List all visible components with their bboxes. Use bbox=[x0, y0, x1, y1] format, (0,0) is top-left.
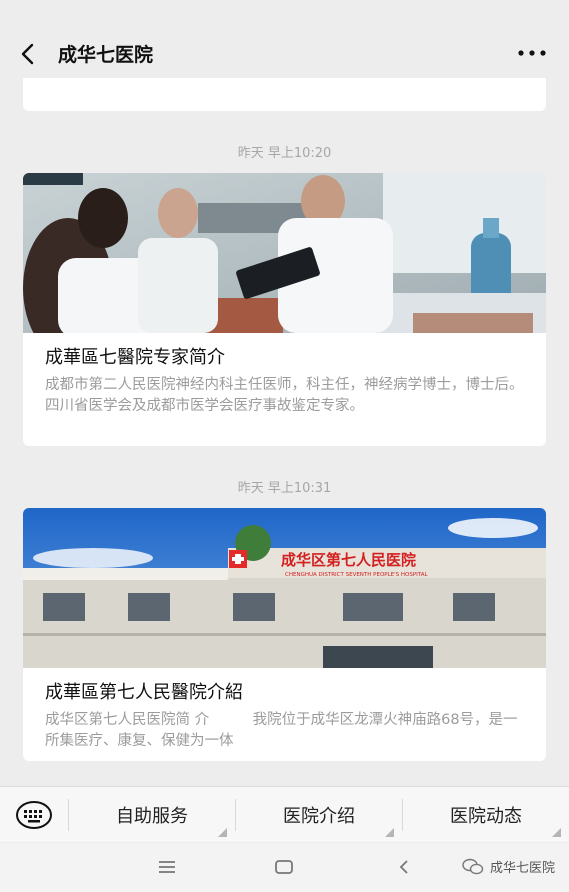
menu-hospital-intro[interactable]: 医院介绍 bbox=[236, 787, 402, 843]
hospital-sign-text: 成华区第七人民医院 bbox=[281, 551, 416, 569]
system-nav-bar: 成华七医院 bbox=[0, 843, 569, 892]
hospital-sign-english: CHENGHUA DISTRICT SEVENTH PEOPLE'S HOSPI… bbox=[285, 572, 428, 578]
menu-item-label: 医院介绍 bbox=[283, 806, 355, 827]
article-summary: 成都市第二人民医院神经内科主任医师，科主任，神经病学博士，博士后。四川省医学会及… bbox=[45, 377, 524, 414]
article-title: 成華區第七人民醫院介紹 bbox=[45, 682, 243, 703]
menu-self-service[interactable]: 自助服务 bbox=[69, 787, 235, 843]
watermark-text: 成华七医院 bbox=[489, 861, 555, 876]
menu-lines-icon[interactable] bbox=[155, 855, 179, 879]
wechat-icon bbox=[462, 858, 484, 874]
article-summary: 成华区第七人民医院简 介 我院位于成华区龙潭火神庙路68号，是一所集医疗、康复、… bbox=[45, 712, 518, 749]
keyboard-icon bbox=[16, 801, 52, 829]
article-cover-image: 成华区第七人民医院 CHENGHUA DISTRICT SEVENTH PEOP… bbox=[23, 508, 546, 668]
custom-menu-bar: 自助服务 医院介绍 医院动态 bbox=[0, 786, 569, 842]
article-card-experts[interactable]: 成華區七醫院专家简介 成都市第二人民医院神经内科主任医师，科主任，神经病学博士，… bbox=[23, 173, 546, 446]
article-title: 成華區七醫院专家简介 bbox=[45, 347, 225, 368]
menu-item-label: 医院动态 bbox=[450, 806, 522, 827]
message-timestamp: 昨天 早上10:31 bbox=[237, 481, 332, 496]
top-bar: 成华七医院 bbox=[0, 0, 569, 78]
menu-item-label: 自助服务 bbox=[116, 806, 188, 827]
menu-hospital-news[interactable]: 医院动态 bbox=[403, 787, 569, 843]
more-dots-icon[interactable] bbox=[517, 46, 547, 60]
message-feed: 昨天 早上10:20 成華區七醫院专家简介 成都市第二人民医院神经内科主任医师，… bbox=[0, 78, 569, 786]
account-watermark: 成华七医院 bbox=[462, 857, 555, 876]
previous-article-card[interactable] bbox=[23, 78, 546, 111]
article-cover-image bbox=[23, 173, 546, 333]
keyboard-toggle-button[interactable] bbox=[0, 787, 68, 843]
article-card-hospital-intro[interactable]: 成华区第七人民医院 CHENGHUA DISTRICT SEVENTH PEOP… bbox=[23, 508, 546, 761]
chevron-left-icon[interactable] bbox=[18, 42, 36, 66]
message-timestamp: 昨天 早上10:20 bbox=[237, 146, 332, 161]
page-title: 成华七医院 bbox=[58, 44, 154, 66]
home-square-icon[interactable] bbox=[272, 855, 296, 879]
nav-back-icon[interactable] bbox=[392, 855, 416, 879]
